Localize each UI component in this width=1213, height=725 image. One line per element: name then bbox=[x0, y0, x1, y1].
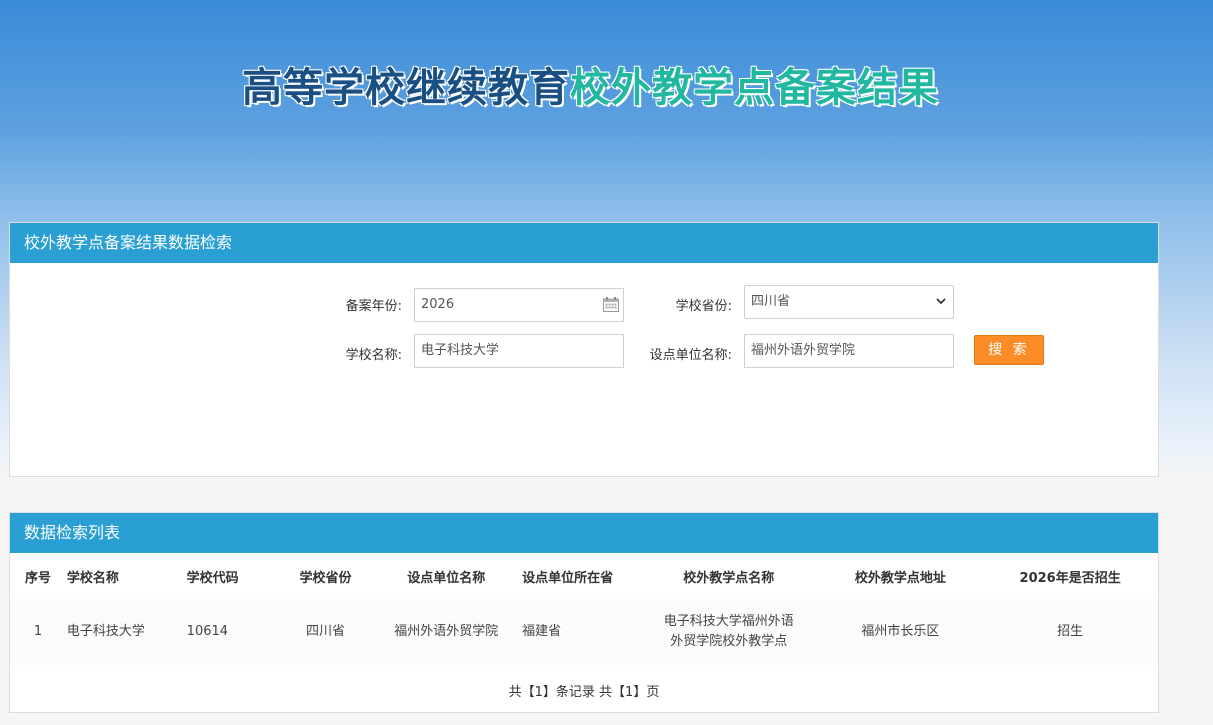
hero-banner: 高等学校继续教育校外教学点备案结果 bbox=[0, 0, 1213, 222]
pagination-info: 共【1】条记录 共【1】页 bbox=[508, 685, 660, 700]
cell-unit-province: 福建省 bbox=[521, 599, 639, 665]
cell-index: 1 bbox=[10, 599, 66, 665]
school-label: 学校名称: bbox=[345, 348, 402, 363]
cell-school-code: 10614 bbox=[185, 599, 280, 665]
chevron-down-icon bbox=[936, 298, 946, 305]
column-header: 序号 bbox=[10, 553, 66, 599]
result-list-header: 数据检索列表 bbox=[10, 513, 1158, 553]
page-title-part1: 高等学校继续教育 bbox=[242, 65, 570, 111]
unit-name-input[interactable]: 福州外语外贸学院 bbox=[744, 334, 954, 368]
result-table: 序号 学校名称 学校代码 学校省份 设点单位名称 设点单位所在省 校外教学点名称… bbox=[10, 553, 1158, 665]
page-title-part2: 校外教学点备案结果 bbox=[570, 65, 939, 111]
column-header: 设点单位所在省 bbox=[521, 553, 639, 599]
cell-teaching-point-address: 福州市长乐区 bbox=[818, 599, 983, 665]
column-header: 2026年是否招生 bbox=[982, 553, 1158, 599]
table-header-row: 序号 学校名称 学校代码 学校省份 设点单位名称 设点单位所在省 校外教学点名称… bbox=[10, 553, 1158, 599]
cell-school-name: 电子科技大学 bbox=[65, 599, 186, 665]
column-header: 校外教学点名称 bbox=[638, 553, 819, 599]
year-label: 备案年份: bbox=[345, 299, 402, 314]
table-row: 1 电子科技大学 10614 四川省 福州外语外贸学院 福建省 电子科技大学福州… bbox=[10, 599, 1158, 665]
province-select[interactable]: 四川省 bbox=[744, 285, 954, 319]
search-button[interactable]: 搜 索 bbox=[974, 335, 1044, 365]
school-name-input[interactable]: 电子科技大学 bbox=[414, 334, 624, 368]
column-header: 学校名称 bbox=[65, 553, 186, 599]
column-header: 学校省份 bbox=[279, 553, 372, 599]
result-list-panel: 数据检索列表 序号 学校名称 学校代码 学校省份 设点单位名称 设点单位所在省 … bbox=[9, 512, 1159, 713]
cell-enrollment-status: 招生 bbox=[982, 599, 1158, 665]
cell-school-province: 四川省 bbox=[279, 599, 372, 665]
year-field[interactable]: 2026 bbox=[414, 288, 624, 322]
search-panel: 校外教学点备案结果数据检索 备案年份: 2026 学校省份: 四川省 学校名称:… bbox=[9, 222, 1159, 477]
search-panel-header: 校外教学点备案结果数据检索 bbox=[10, 223, 1158, 263]
page-title: 高等学校继续教育校外教学点备案结果 bbox=[242, 60, 939, 116]
unit-name-value: 福州外语外贸学院 bbox=[751, 343, 856, 358]
column-header: 学校代码 bbox=[185, 553, 280, 599]
unit-label: 设点单位名称: bbox=[649, 348, 732, 363]
calendar-icon[interactable] bbox=[603, 297, 619, 312]
year-value: 2026 bbox=[421, 297, 455, 312]
column-header: 校外教学点地址 bbox=[818, 553, 983, 599]
cell-teaching-point-name: 电子科技大学福州外语外贸学院校外教学点 bbox=[638, 599, 819, 665]
column-header: 设点单位名称 bbox=[371, 553, 522, 599]
province-label: 学校省份: bbox=[675, 299, 732, 314]
cell-unit-name: 福州外语外贸学院 bbox=[371, 599, 522, 665]
province-value: 四川省 bbox=[751, 294, 791, 309]
school-name-value: 电子科技大学 bbox=[421, 343, 500, 358]
